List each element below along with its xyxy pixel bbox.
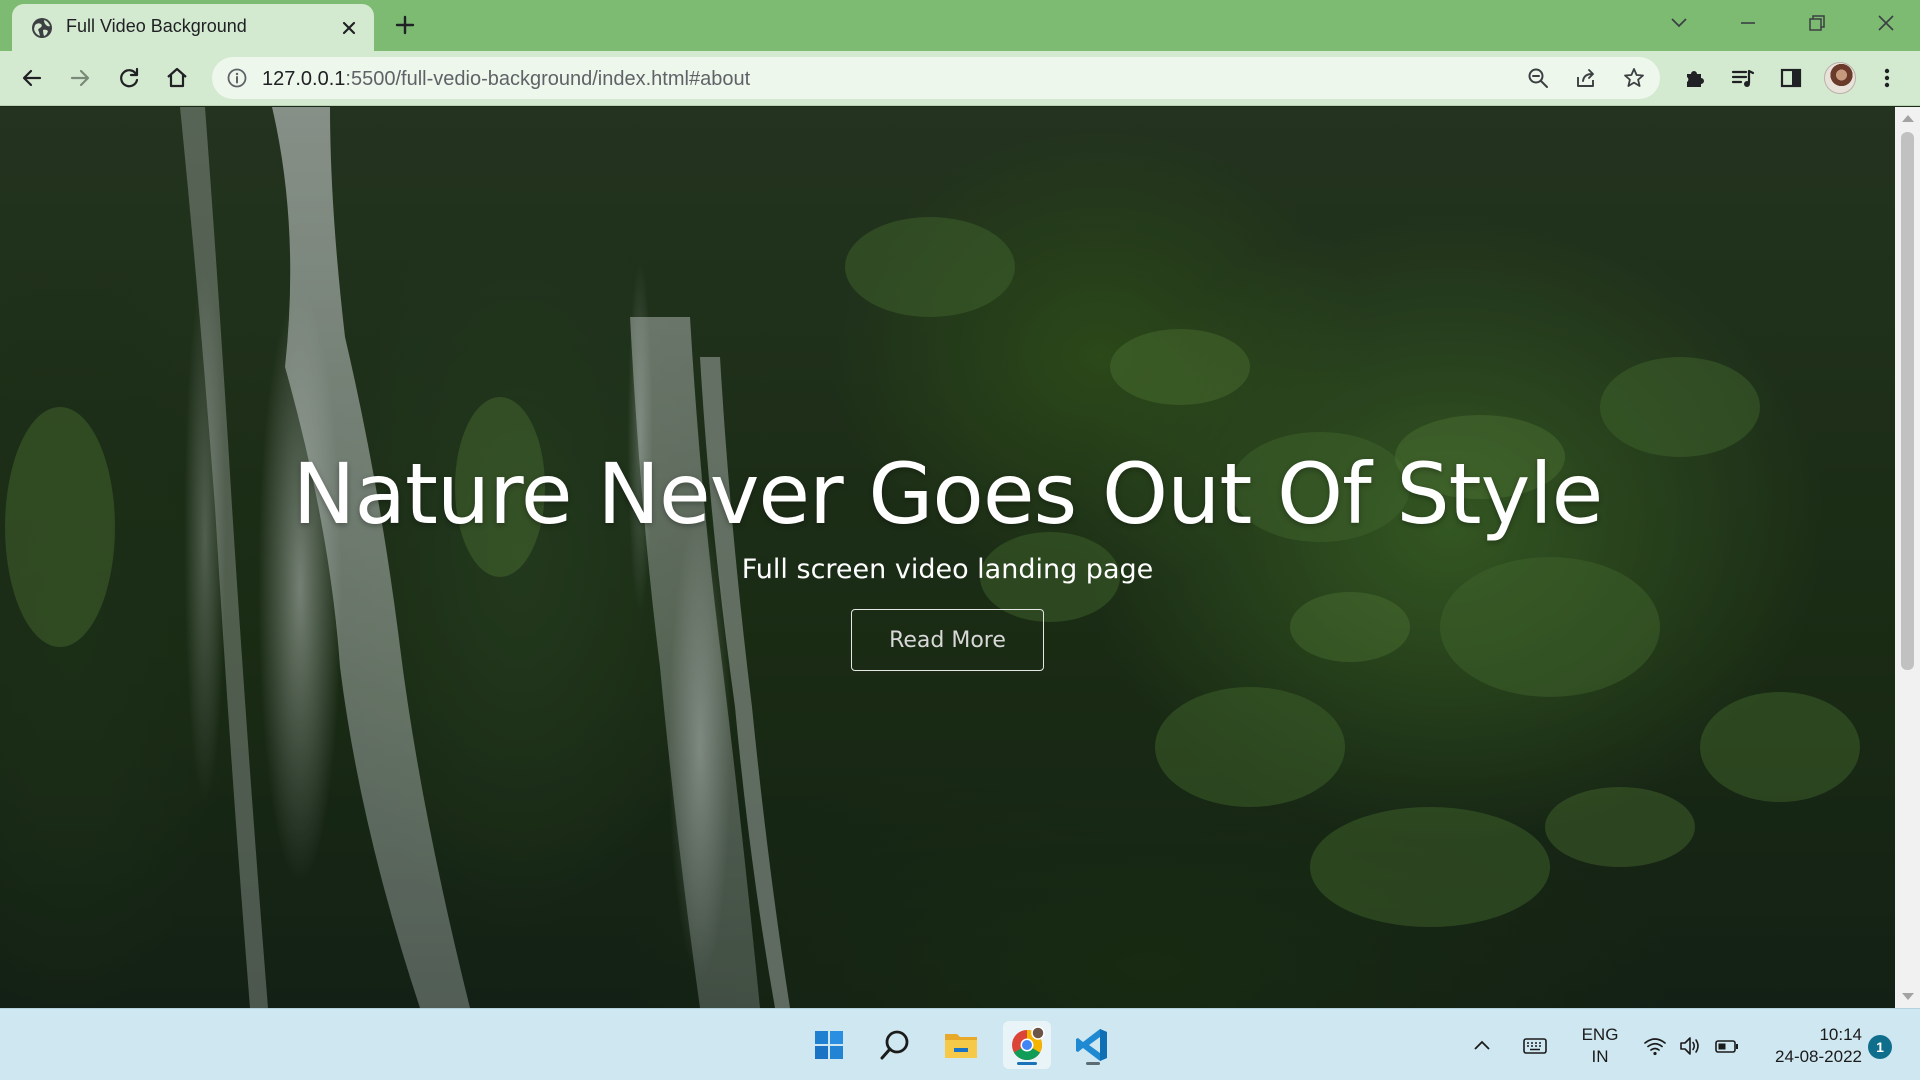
url-host: 127.0.0.1 xyxy=(262,68,346,90)
tab-title: Full Video Background xyxy=(66,16,247,36)
system-clock[interactable]: 10:14 24-08-2022 xyxy=(1752,1024,1862,1068)
bookmark-star-icon[interactable] xyxy=(1622,66,1646,90)
site-info-icon[interactable] xyxy=(226,67,248,89)
page-viewport: Nature Never Goes Out Of Style Full scre… xyxy=(0,107,1895,1008)
more-menu-icon[interactable] xyxy=(1873,64,1901,92)
back-icon[interactable] xyxy=(18,64,46,92)
side-panel-icon[interactable] xyxy=(1777,64,1805,92)
minimize-icon[interactable] xyxy=(1733,8,1763,38)
scroll-up-arrow-icon[interactable] xyxy=(1902,115,1914,122)
folder-icon xyxy=(945,1034,977,1058)
restore-icon[interactable] xyxy=(1802,8,1832,38)
page-scrollbar[interactable] xyxy=(1895,107,1920,1008)
read-more-button[interactable]: Read More xyxy=(851,609,1044,671)
clock-time: 10:14 xyxy=(1819,1025,1862,1044)
notification-badge[interactable]: 1 xyxy=(1868,1035,1892,1059)
clock-date: 24-08-2022 xyxy=(1775,1047,1862,1066)
taskbar-search-button[interactable] xyxy=(871,1021,919,1069)
hero-title: Nature Never Goes Out Of Style xyxy=(292,445,1604,543)
scroll-down-arrow-icon[interactable] xyxy=(1902,993,1914,1000)
volume-icon[interactable] xyxy=(1678,1033,1704,1059)
battery-icon[interactable] xyxy=(1714,1033,1740,1059)
url-path: :5500/full-vedio-background/index.html#a… xyxy=(345,68,751,90)
chrome-taskbar-button[interactable] xyxy=(1003,1021,1051,1069)
close-window-icon[interactable] xyxy=(1871,8,1901,38)
address-bar[interactable]: 127.0.0.1:5500/full-vedio-background/ind… xyxy=(212,57,1660,99)
zoom-icon[interactable] xyxy=(1526,66,1550,90)
extensions-icon[interactable] xyxy=(1681,64,1709,92)
language-region: IN xyxy=(1591,1047,1609,1066)
share-icon[interactable] xyxy=(1574,66,1598,90)
hero-subtitle: Full screen video landing page xyxy=(741,554,1154,585)
input-language-indicator[interactable]: ENG IN xyxy=(1575,1024,1625,1068)
close-tab-icon[interactable] xyxy=(338,17,360,39)
home-icon[interactable] xyxy=(163,64,191,92)
new-tab-icon[interactable] xyxy=(392,12,418,38)
wifi-icon[interactable] xyxy=(1642,1033,1668,1059)
media-control-icon[interactable] xyxy=(1729,64,1757,92)
show-hidden-icons-chevron-icon[interactable] xyxy=(1469,1033,1495,1059)
tab-search-chevron-icon[interactable] xyxy=(1664,8,1694,38)
running-app-indicator xyxy=(1086,1062,1100,1065)
file-explorer-button[interactable] xyxy=(937,1021,985,1069)
url-text: 127.0.0.1:5500/full-vedio-background/ind… xyxy=(262,68,750,91)
windows-logo-icon xyxy=(815,1031,843,1059)
active-app-indicator xyxy=(1017,1062,1037,1065)
browser-tab[interactable]: Full Video Background xyxy=(12,4,374,51)
windows-taskbar: ENG IN 10:14 24-08-2022 1 xyxy=(0,1008,1920,1080)
reload-icon[interactable] xyxy=(115,64,143,92)
scroll-thumb[interactable] xyxy=(1901,132,1914,670)
hero-section: Nature Never Goes Out Of Style Full scre… xyxy=(0,107,1895,1008)
language-code: ENG xyxy=(1581,1025,1619,1044)
globe-icon xyxy=(32,18,52,38)
touch-keyboard-icon[interactable] xyxy=(1522,1033,1548,1059)
vscode-taskbar-button[interactable] xyxy=(1069,1021,1117,1069)
search-icon xyxy=(880,1030,909,1060)
forward-icon[interactable] xyxy=(66,64,94,92)
browser-tab-strip: Full Video Background xyxy=(0,0,1920,51)
browser-toolbar: 127.0.0.1:5500/full-vedio-background/ind… xyxy=(0,51,1920,106)
profile-avatar[interactable] xyxy=(1824,62,1856,94)
start-button[interactable] xyxy=(805,1021,853,1069)
